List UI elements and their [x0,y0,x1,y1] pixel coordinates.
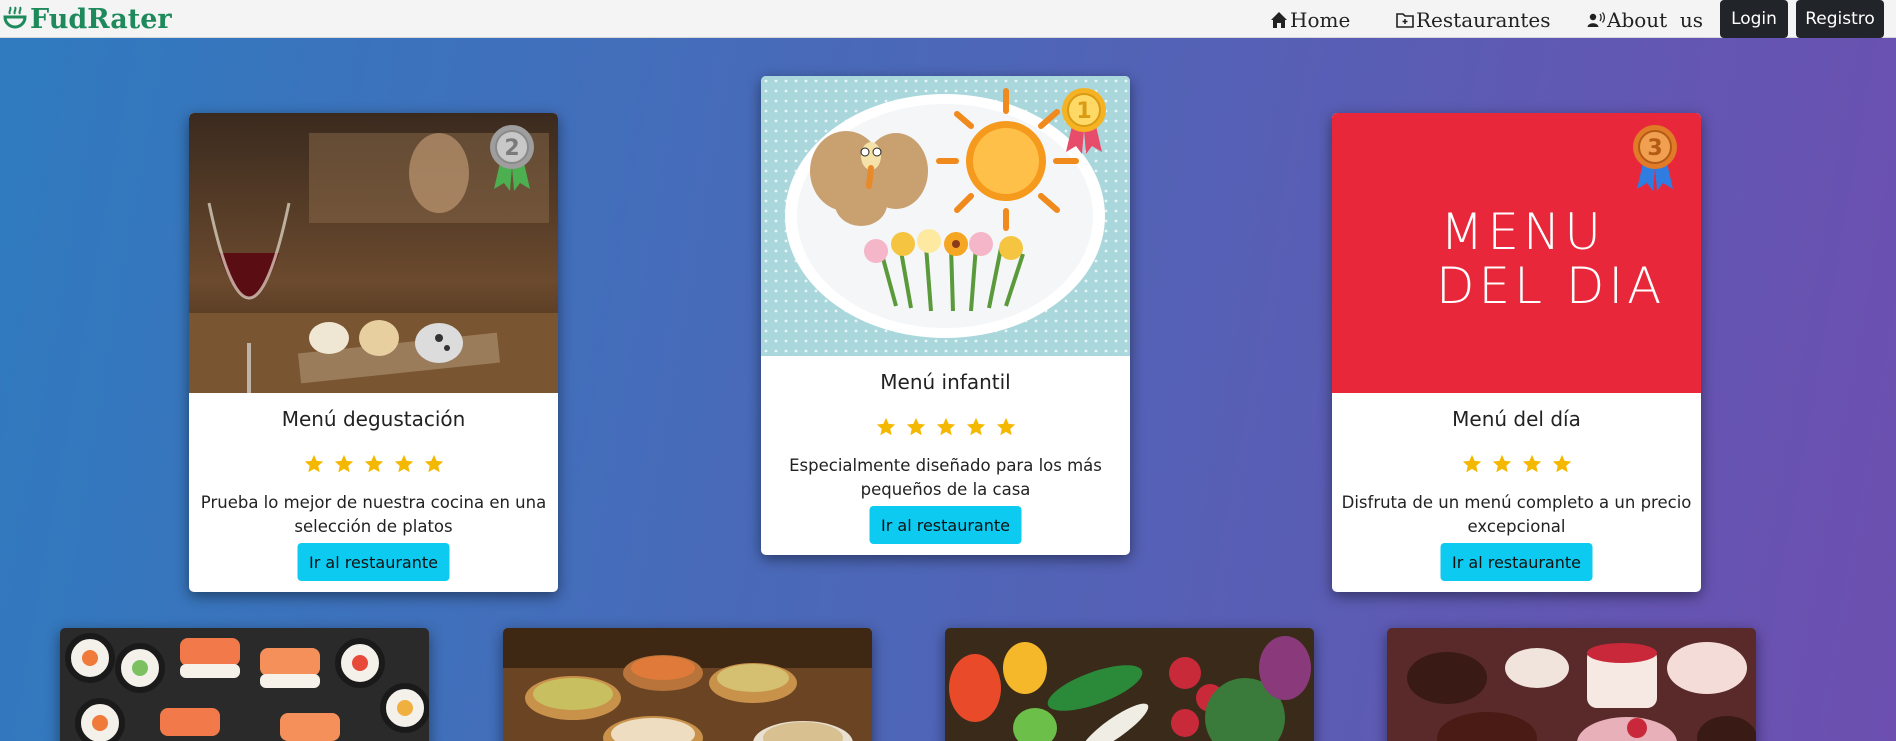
star-icon [424,454,443,473]
brand-name: FudRater [30,3,172,35]
nav-about[interactable]: About us [1587,6,1703,34]
medal-first-icon: 1 [1062,88,1106,154]
tapas-card[interactable] [503,628,872,741]
medal-third-icon: 3 [1633,125,1677,191]
nav-home-label: Home [1290,8,1351,32]
star-icon [1492,454,1511,473]
login-button[interactable]: Login [1720,0,1788,38]
star-icon [1462,454,1481,473]
card-title: Menú degustación [281,407,466,431]
brand-logo[interactable]: FudRater [2,2,172,36]
star-icon [876,417,895,436]
go-to-restaurant-button[interactable]: Ir al restaurante [1440,543,1593,581]
star-icon [364,454,383,473]
star-icon [1522,454,1541,473]
tapas-image [503,628,872,741]
star-icon [394,454,413,473]
menu-image-text-line2: DEL DIA [1436,257,1666,315]
card-description: Especialmente diseñado para los más pequ… [789,456,1102,499]
star-icon [1552,454,1571,473]
food-bowl-icon [3,6,27,29]
desserts-image [1387,628,1756,741]
card-title: Menú del día [1452,407,1581,431]
rating-stars [189,453,558,475]
menu-card-infantil: 1 Menú infantil Especialmente diseñado p… [761,76,1130,555]
menu-card-degustacion: 2 Menú degustación Prueba lo mejor de nu… [189,113,558,592]
rating-stars [761,416,1130,438]
desserts-card[interactable] [1387,628,1756,741]
sushi-image [60,628,429,741]
vegetables-card[interactable] [945,628,1314,741]
home-icon [1271,12,1287,28]
medal-second-icon: 2 [490,125,534,191]
registro-button[interactable]: Registro [1796,0,1884,38]
star-icon [936,417,955,436]
nav-restaurantes[interactable]: Restaurantes [1396,6,1551,34]
card-description: Prueba lo mejor de nuestra cocina en una… [200,493,547,536]
star-icon [334,454,353,473]
go-to-restaurant-button[interactable]: Ir al restaurante [297,543,450,581]
nav-restaurantes-label: Restaurantes [1416,8,1551,32]
star-icon [906,417,925,436]
vegetables-image [945,628,1314,741]
navbar: FudRater Home Restaurantes About us Logi… [0,0,1896,38]
medal-rank-1: 1 [1076,99,1091,124]
menu-image-text-line1: MENU [1440,203,1606,261]
card-description: Disfruta de un menú completo a un precio… [1341,493,1692,536]
nav-home[interactable]: Home [1270,6,1350,34]
menu-card-del-dia: MENU DEL DIA 3 Menú del día Disfruta de … [1332,113,1701,592]
star-icon [966,417,985,436]
sushi-card[interactable] [60,628,429,741]
folder-plus-icon [1396,13,1414,28]
star-icon [996,417,1015,436]
medal-rank-2: 2 [504,136,519,161]
medal-rank-3: 3 [1647,136,1662,161]
person-voice-icon [1587,12,1605,27]
rating-stars [1332,453,1701,475]
go-to-restaurant-button[interactable]: Ir al restaurante [869,506,1022,544]
nav-about-label: About us [1607,8,1704,32]
card-title: Menú infantil [880,370,1011,394]
star-icon [304,454,323,473]
